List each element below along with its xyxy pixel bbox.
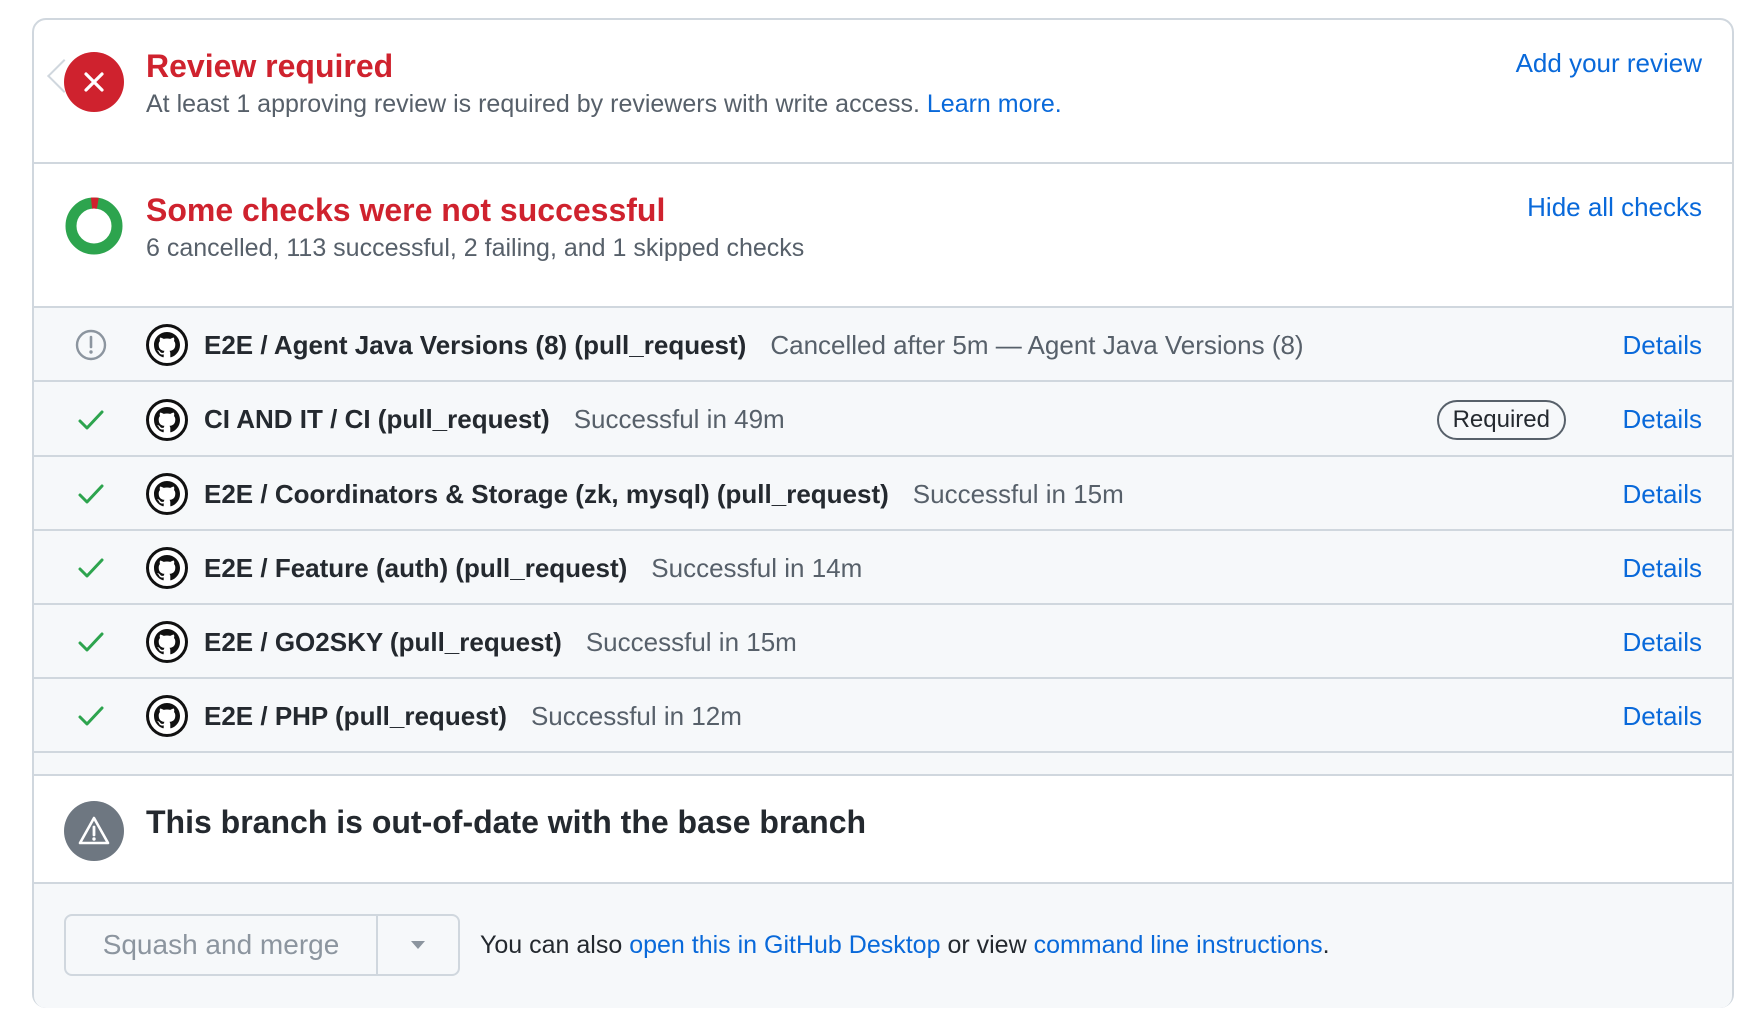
check-text: E2E / Agent Java Versions (8) (pull_requ…: [204, 308, 1304, 382]
check-text: E2E / GO2SKY (pull_request) Successful in…: [204, 605, 797, 679]
check-description: Successful in 14m: [651, 552, 863, 583]
github-actions-avatar-icon: [146, 695, 188, 737]
triangle-down-icon: [411, 941, 425, 949]
merge-button-group: Squash and merge: [64, 914, 460, 976]
checks-section: Some checks were not successful 6 cancel…: [34, 164, 1732, 308]
check-row: E2E / PHP (pull_request) Successful in 12…: [34, 679, 1732, 753]
check-name: E2E / GO2SKY (pull_request): [204, 626, 562, 657]
required-badge: Required: [1436, 399, 1566, 440]
check-row: E2E / Agent Java Versions (8) (pull_requ…: [34, 308, 1732, 382]
checks-list[interactable]: E2E / Agent Java Versions (8) (pull_requ…: [34, 308, 1732, 774]
details-link[interactable]: Details: [1623, 457, 1702, 531]
check-row: E2E / Feature (auth) (pull_request) Succe…: [34, 531, 1732, 605]
check-description: Successful in 12m: [530, 700, 742, 731]
check-row: E2E / GO2SKY (pull_request) Successful in…: [34, 605, 1732, 679]
details-link[interactable]: Details: [1623, 605, 1702, 679]
branch-section: This branch is out-of-date with the base…: [34, 774, 1732, 884]
check-name: CI AND IT / CI (pull_request): [204, 404, 550, 434]
details-link[interactable]: Details: [1623, 382, 1702, 457]
check-icon: [72, 549, 110, 587]
check-icon: [72, 697, 110, 735]
check-icon: [72, 401, 110, 439]
details-link[interactable]: Details: [1623, 531, 1702, 605]
check-text: E2E / Coordinators & Storage (zk, mysql)…: [204, 457, 1124, 531]
merge-text-prefix: You can also: [480, 930, 623, 959]
hide-checks-link[interactable]: Hide all checks: [1527, 192, 1702, 223]
github-actions-avatar-icon: [146, 621, 188, 663]
check-row: E2E / Coordinators & Storage (zk, mysql)…: [34, 457, 1732, 531]
merge-text-middle: or view: [947, 930, 1027, 959]
learn-more-link[interactable]: Learn more.: [927, 90, 1062, 118]
check-description: Cancelled after 5m — Agent Java Versions…: [770, 329, 1304, 360]
check-name: E2E / PHP (pull_request): [204, 700, 507, 731]
check-icon: [72, 475, 110, 513]
merge-text-suffix: .: [1322, 930, 1330, 959]
github-actions-avatar-icon: [146, 473, 188, 515]
merge-section: Squash and merge You can also open this …: [34, 884, 1732, 1008]
check-text: E2E / Feature (auth) (pull_request) Succe…: [204, 531, 862, 605]
github-actions-avatar-icon: [146, 398, 188, 441]
check-description: Successful in 15m: [585, 626, 797, 657]
check-description: Successful in 15m: [912, 478, 1124, 509]
alert-triangle-icon: [64, 801, 124, 861]
checks-summary: 6 cancelled, 113 successful, 2 failing, …: [146, 234, 805, 262]
squash-merge-button[interactable]: Squash and merge: [66, 916, 378, 974]
command-line-link[interactable]: command line instructions: [1034, 931, 1323, 960]
merge-alternatives-text: You can also open this in GitHub Desktop…: [480, 914, 1330, 976]
merge-method-dropdown[interactable]: [378, 916, 458, 974]
merge-box: Review required At least 1 approving rev…: [32, 18, 1734, 1008]
checks-title: Some checks were not successful: [146, 192, 666, 228]
alert-circle-icon: [72, 326, 110, 364]
check-description: Successful in 49m: [573, 404, 785, 434]
review-section: Review required At least 1 approving rev…: [34, 20, 1732, 164]
check-name: E2E / Coordinators & Storage (zk, mysql)…: [204, 478, 889, 509]
github-actions-avatar-icon: [146, 547, 188, 589]
review-title: Review required: [146, 48, 394, 84]
github-actions-avatar-icon: [146, 324, 188, 366]
review-description: At least 1 approving review is required …: [146, 90, 1062, 119]
check-text: CI AND IT / CI (pull_request) Successful …: [204, 382, 785, 457]
check-row: CI AND IT / CI (pull_request) Successful …: [34, 382, 1732, 457]
check-name: E2E / Agent Java Versions (8) (pull_requ…: [204, 329, 747, 360]
check-name: E2E / Feature (auth) (pull_request): [204, 552, 628, 583]
checks-donut-icon: [64, 196, 124, 256]
check-text: E2E / PHP (pull_request) Successful in 12…: [204, 679, 742, 753]
branch-title: This branch is out-of-date with the base…: [146, 804, 867, 840]
add-review-link[interactable]: Add your review: [1516, 48, 1702, 79]
github-desktop-link[interactable]: open this in GitHub Desktop: [629, 931, 940, 960]
details-link[interactable]: Details: [1623, 679, 1702, 753]
review-description-text: At least 1 approving review is required …: [146, 90, 920, 118]
check-icon: [72, 623, 110, 661]
x-circle-icon: [64, 52, 124, 112]
details-link[interactable]: Details: [1623, 308, 1702, 382]
